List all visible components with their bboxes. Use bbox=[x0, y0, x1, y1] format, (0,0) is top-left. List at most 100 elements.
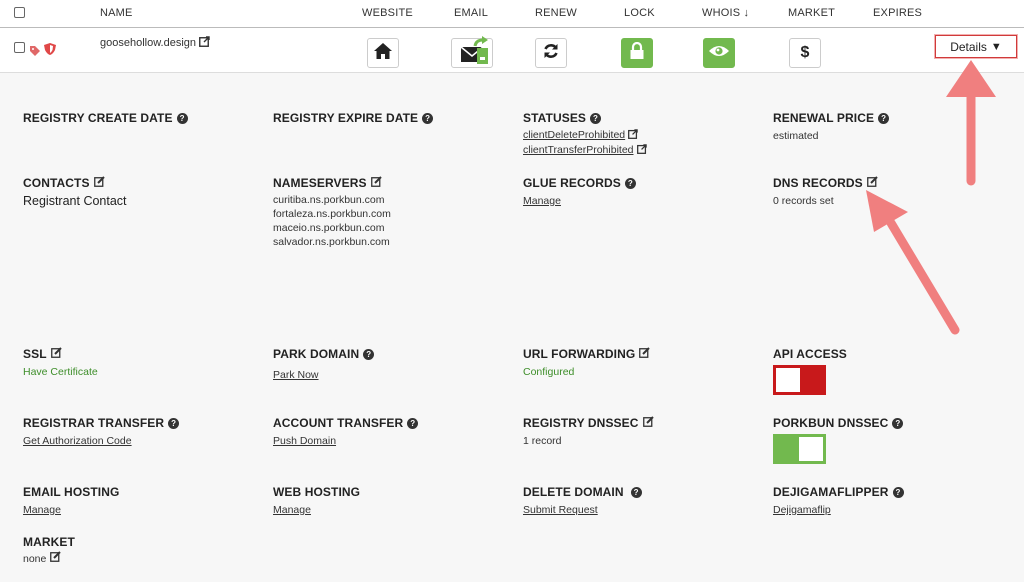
registry-dnssec-label: REGISTRY DNSSEC bbox=[523, 416, 639, 430]
contacts-value: Registrant Contact bbox=[23, 194, 127, 208]
registry-expire-date: REGISTRY EXPIRE DATE? bbox=[273, 111, 518, 125]
details-label: Details bbox=[950, 39, 987, 54]
get-auth-code-link[interactable]: Get Authorization Code bbox=[23, 435, 132, 447]
domain-checkbox[interactable] bbox=[14, 42, 25, 53]
ssl-status: Have Certificate bbox=[23, 366, 98, 378]
nameservers: NAMESERVERS curitiba.ns.porkbun.com fort… bbox=[273, 176, 518, 249]
renewal-price-value: estimated bbox=[773, 130, 819, 142]
table-header: NAME WEBSITE EMAIL RENEW LOCK WHOIS ↓ MA… bbox=[0, 0, 1024, 28]
select-all-checkbox[interactable] bbox=[14, 7, 25, 18]
park-domain-label: PARK DOMAIN bbox=[273, 347, 360, 361]
email-hosting-label: EMAIL HOSTING bbox=[23, 485, 120, 499]
delete-domain-label: DELETE DOMAIN bbox=[523, 485, 624, 499]
help-icon[interactable]: ? bbox=[422, 112, 434, 124]
dns-records-value: 0 records set bbox=[773, 195, 834, 207]
column-name[interactable]: NAME bbox=[100, 7, 133, 19]
submit-request-link[interactable]: Submit Request bbox=[523, 504, 598, 516]
url-forwarding-status: Configured bbox=[523, 366, 575, 378]
account-transfer-label: ACCOUNT TRANSFER bbox=[273, 416, 404, 430]
column-email[interactable]: EMAIL bbox=[454, 7, 488, 19]
market-field: MARKET none bbox=[23, 535, 268, 566]
glue-records-label: GLUE RECORDS bbox=[523, 176, 621, 190]
column-renew[interactable]: RENEW bbox=[535, 7, 577, 19]
home-icon bbox=[374, 42, 392, 64]
nameserver-item: salvador.ns.porkbun.com bbox=[273, 236, 390, 248]
registrar-transfer-label: REGISTRAR TRANSFER bbox=[23, 416, 165, 430]
url-forwarding: URL FORWARDING Configured bbox=[523, 347, 768, 379]
edit-icon[interactable] bbox=[50, 347, 62, 361]
nameserver-item: fortaleza.ns.porkbun.com bbox=[273, 208, 391, 220]
park-domain: PARK DOMAIN? Park Now bbox=[273, 347, 518, 382]
arrow-diagonal-annotation bbox=[866, 190, 960, 335]
registry-create-date: REGISTRY CREATE DATE? bbox=[23, 111, 268, 125]
domain-row: goosehollow.design $ Details ▼ bbox=[0, 28, 1024, 73]
help-icon[interactable]: ? bbox=[892, 486, 904, 498]
shield-icon bbox=[44, 42, 56, 60]
help-icon[interactable]: ? bbox=[176, 112, 188, 124]
registry-expire-date-label: REGISTRY EXPIRE DATE bbox=[273, 111, 419, 125]
whois-privacy-button[interactable] bbox=[703, 38, 735, 68]
help-icon[interactable]: ? bbox=[630, 486, 642, 498]
toggle-knob bbox=[799, 437, 823, 461]
registrar-transfer: REGISTRAR TRANSFER? Get Authorization Co… bbox=[23, 416, 268, 448]
contacts-label: CONTACTS bbox=[23, 176, 90, 190]
column-lock[interactable]: LOCK bbox=[624, 7, 655, 19]
lock-icon bbox=[630, 41, 644, 64]
status-link-client-transfer-prohibited[interactable]: clientTransferProhibited bbox=[523, 144, 634, 156]
registry-dnssec-value: 1 record bbox=[523, 435, 562, 447]
help-icon[interactable]: ? bbox=[168, 417, 180, 429]
email-button[interactable] bbox=[451, 35, 493, 68]
ssl: SSL Have Certificate bbox=[23, 347, 268, 379]
help-icon[interactable]: ? bbox=[363, 348, 375, 360]
website-button[interactable] bbox=[367, 38, 399, 68]
external-link-icon[interactable] bbox=[199, 36, 210, 50]
domain-name-text[interactable]: goosehollow.design bbox=[100, 37, 196, 49]
dejigamaflipper-label: DEJIGAMAFLIPPER bbox=[773, 485, 889, 499]
edit-icon[interactable] bbox=[639, 347, 651, 361]
api-access: API ACCESS bbox=[773, 347, 1018, 395]
ssl-label: SSL bbox=[23, 347, 47, 361]
domain-name[interactable]: goosehollow.design bbox=[100, 36, 210, 50]
column-market[interactable]: MARKET bbox=[788, 7, 835, 19]
edit-icon[interactable] bbox=[642, 416, 654, 430]
renewal-price: RENEWAL PRICE? estimated bbox=[773, 111, 1018, 143]
status-link-client-delete-prohibited[interactable]: clientDeleteProhibited bbox=[523, 129, 625, 141]
edit-icon[interactable] bbox=[50, 551, 62, 566]
column-website[interactable]: WEBSITE bbox=[362, 7, 413, 19]
dns-records-label: DNS RECORDS bbox=[773, 176, 863, 190]
porkbun-dnssec-label: PORKBUN DNSSEC bbox=[773, 416, 889, 430]
column-whois[interactable]: WHOIS ↓ bbox=[702, 7, 749, 19]
help-icon[interactable]: ? bbox=[878, 112, 890, 124]
api-access-label: API ACCESS bbox=[773, 347, 847, 361]
statuses: STATUSES? clientDeleteProhibited clientT… bbox=[523, 111, 768, 158]
help-icon[interactable]: ? bbox=[407, 417, 419, 429]
dejigamaflipper: DEJIGAMAFLIPPER? Dejigamaflip bbox=[773, 485, 1018, 517]
dejigamaflip-link[interactable]: Dejigamaflip bbox=[773, 504, 831, 516]
renewal-price-label: RENEWAL PRICE bbox=[773, 111, 875, 125]
push-domain-link[interactable]: Push Domain bbox=[273, 435, 336, 447]
chevron-down-icon: ▼ bbox=[990, 40, 1002, 53]
porkbun-dnssec-toggle[interactable] bbox=[773, 434, 826, 464]
email-hosting-manage-link[interactable]: Manage bbox=[23, 504, 61, 516]
edit-icon[interactable] bbox=[866, 176, 878, 190]
market-button[interactable]: $ bbox=[789, 38, 821, 68]
web-hosting-manage-link[interactable]: Manage bbox=[273, 504, 311, 516]
web-hosting-label: WEB HOSTING bbox=[273, 485, 361, 499]
porkbun-dnssec: PORKBUN DNSSEC? bbox=[773, 416, 1018, 464]
park-now-link[interactable]: Park Now bbox=[273, 369, 319, 381]
glue-records-manage-link[interactable]: Manage bbox=[523, 195, 561, 207]
details-button[interactable]: Details ▼ bbox=[935, 35, 1017, 58]
help-icon[interactable]: ? bbox=[892, 417, 904, 429]
email-hosting: EMAIL HOSTING Manage bbox=[23, 485, 268, 517]
column-expires[interactable]: EXPIRES bbox=[873, 7, 922, 19]
edit-icon[interactable] bbox=[370, 176, 382, 190]
external-link-icon[interactable] bbox=[636, 144, 647, 158]
external-link-icon[interactable] bbox=[628, 129, 638, 143]
edit-icon[interactable] bbox=[93, 176, 105, 190]
refresh-icon bbox=[543, 43, 559, 64]
renew-button[interactable] bbox=[535, 38, 567, 68]
api-access-toggle[interactable] bbox=[773, 365, 826, 395]
lock-button[interactable] bbox=[621, 38, 653, 68]
help-icon[interactable]: ? bbox=[624, 177, 636, 189]
help-icon[interactable]: ? bbox=[590, 112, 602, 124]
